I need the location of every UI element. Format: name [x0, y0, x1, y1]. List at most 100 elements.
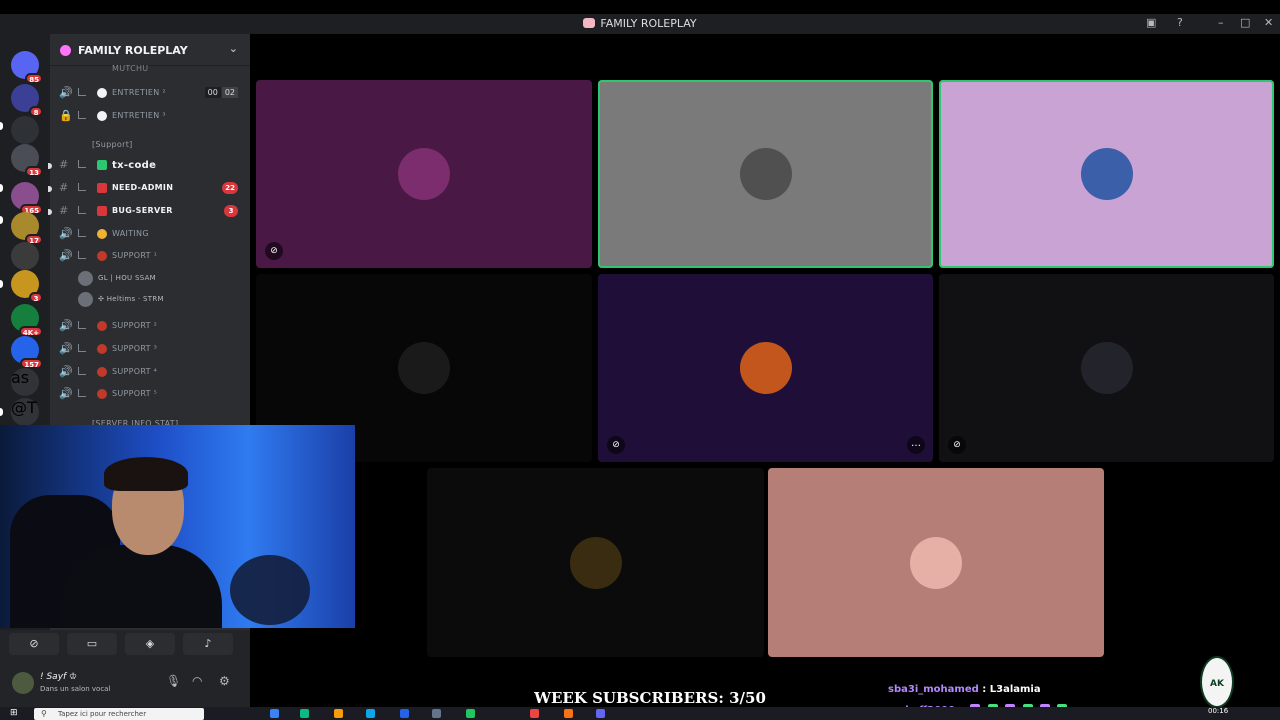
tree-connector [78, 183, 86, 191]
avatar [1080, 148, 1133, 200]
microphone-icon[interactable]: 🎙 [166, 674, 181, 688]
taskbar-app-icon[interactable] [432, 709, 441, 718]
windows-start-icon[interactable]: ⊞ [10, 708, 18, 718]
voice-channel[interactable]: 🔊 SUPPORT ³ [50, 340, 250, 360]
text-channel[interactable]: # NEED-ADMIN 22 [48, 179, 250, 199]
more-options-icon[interactable]: … [907, 436, 925, 454]
participant-tile[interactable] [939, 80, 1274, 268]
taskbar-app-icon[interactable] [564, 709, 573, 718]
participant-tile[interactable]: ⊘… [598, 274, 933, 462]
voice-stage: ⊘ ⊘… ⊘ [250, 34, 1280, 720]
tree-connector [78, 111, 86, 119]
voice-participant[interactable]: ✣ Heltims · STRM [50, 291, 250, 311]
avatar [739, 148, 792, 200]
taskbar-app-icon[interactable] [530, 709, 539, 718]
unread-indicator [48, 186, 52, 192]
minimize-icon[interactable]: – [1218, 16, 1224, 29]
channel-emoji-icon [97, 111, 107, 121]
hash-icon: # [59, 204, 69, 217]
search-icon: ⚲ [41, 709, 47, 718]
chevron-down-icon[interactable]: ⌄ [229, 42, 238, 55]
server-icon[interactable] [11, 116, 39, 144]
speaker-icon: 🔊 [59, 342, 73, 355]
taskbar: ⊞ ⚲ Tapez ici pour rechercher 00:16 [0, 707, 1280, 720]
avatar [739, 342, 792, 394]
taskbar-app-icon[interactable] [300, 709, 309, 718]
mention-badge: 85 [25, 73, 43, 84]
text-channel[interactable]: # tx-code [48, 156, 250, 176]
participant-tile[interactable] [768, 468, 1104, 657]
channel-label: SUPPORT ³ [112, 344, 158, 353]
tree-connector [78, 88, 86, 96]
channel-emoji-icon [97, 206, 107, 216]
server-icon[interactable]: 157 [11, 336, 43, 369]
channel-label: BUG-SERVER [112, 206, 173, 215]
server-icon[interactable]: @T [11, 398, 39, 426]
channel-label: ENTRETIEN ² [112, 88, 166, 97]
channel-label: SUPPORT ¹ [112, 251, 158, 260]
close-icon[interactable]: ✕ [1264, 16, 1273, 29]
avatar[interactable] [12, 672, 34, 694]
voice-channel[interactable]: 🔊 SUPPORT ¹ [50, 247, 250, 267]
voice-channel[interactable]: 🔊 SUPPORT ⁵ [50, 385, 250, 405]
maximize-icon[interactable]: □ [1240, 16, 1250, 29]
voice-controls: ⊘ ▭ ◈ ♪ [9, 633, 239, 655]
server-icon[interactable]: 165 [11, 182, 43, 215]
voice-participant[interactable]: GL | HOU SSAM [50, 270, 250, 290]
participant-tile[interactable] [598, 80, 933, 268]
window-title: FAMILY ROLEPLAY [600, 17, 697, 30]
taskbar-app-icon[interactable] [334, 709, 343, 718]
channel-label: NEED-ADMIN [112, 183, 174, 192]
channel-emoji-icon [97, 160, 107, 170]
server-icon[interactable]: as [11, 368, 39, 396]
activity-icon[interactable]: ◈ [125, 633, 175, 655]
screen-share-icon[interactable]: ▭ [67, 633, 117, 655]
channel-partial[interactable]: MUTCHU [50, 64, 250, 74]
inbox-icon[interactable]: ▣ [1146, 16, 1156, 29]
channel-label: tx-code [112, 160, 157, 171]
unread-indicator [0, 408, 3, 416]
server-icon[interactable]: 85 [11, 51, 43, 84]
server-icon[interactable] [11, 242, 39, 270]
mention-badge: 3 [224, 205, 238, 217]
mention-badge: 3 [29, 292, 43, 303]
voice-channel[interactable]: 🔊 WAITING [50, 225, 250, 245]
mention-badge: 22 [222, 182, 238, 194]
participant-tile[interactable] [427, 468, 764, 657]
boost-icon [60, 45, 71, 56]
taskbar-app-icon[interactable] [400, 709, 409, 718]
participant-tile[interactable]: ⊘ [939, 274, 1274, 462]
channel-category[interactable]: [Support] [50, 136, 250, 156]
speaker-icon: 🔊 [59, 365, 73, 378]
taskbar-app-icon[interactable] [366, 709, 375, 718]
participant-tile[interactable]: ⊘ [256, 80, 592, 268]
taskbar-clock: 00:16 [1208, 707, 1229, 715]
settings-icon[interactable]: ⚙ [219, 674, 230, 688]
server-icon[interactable]: 13 [11, 144, 43, 177]
taskbar-app-icon[interactable] [596, 709, 605, 718]
voice-channel[interactable]: 🔊 ENTRETIEN ² 00 02 [50, 84, 250, 104]
taskbar-search[interactable]: ⚲ Tapez ici pour rechercher [34, 708, 204, 720]
avatar [78, 271, 93, 286]
server-icon[interactable]: 3 [11, 270, 43, 303]
channel-label: SUPPORT ⁴ [112, 367, 158, 376]
guild-header[interactable]: FAMILY ROLEPLAY ⌄ [50, 34, 250, 66]
channel-emoji-icon [97, 183, 107, 193]
help-icon[interactable]: ? [1177, 16, 1183, 29]
avatar [398, 148, 450, 200]
channel-emoji-icon [97, 344, 107, 354]
voice-channel[interactable]: 🔊 SUPPORT ² [50, 317, 250, 337]
text-channel[interactable]: # BUG-SERVER 3 [48, 202, 250, 222]
os-title-strip [0, 0, 1280, 14]
deafened-icon: ⊘ [948, 436, 966, 454]
headphones-icon[interactable]: ◠ [192, 674, 202, 688]
server-icon[interactable]: 17 [11, 212, 43, 245]
taskbar-app-icon[interactable] [270, 709, 279, 718]
voice-channel[interactable]: 🔒 ENTRETIEN ³ [50, 107, 250, 127]
soundboard-icon[interactable]: ♪ [183, 633, 233, 655]
taskbar-app-icon[interactable] [466, 709, 475, 718]
server-icon[interactable]: 8 [11, 84, 43, 117]
video-off-icon[interactable]: ⊘ [9, 633, 59, 655]
server-icon[interactable]: 4K+ [11, 304, 43, 337]
voice-channel[interactable]: 🔊 SUPPORT ⁴ [50, 363, 250, 383]
